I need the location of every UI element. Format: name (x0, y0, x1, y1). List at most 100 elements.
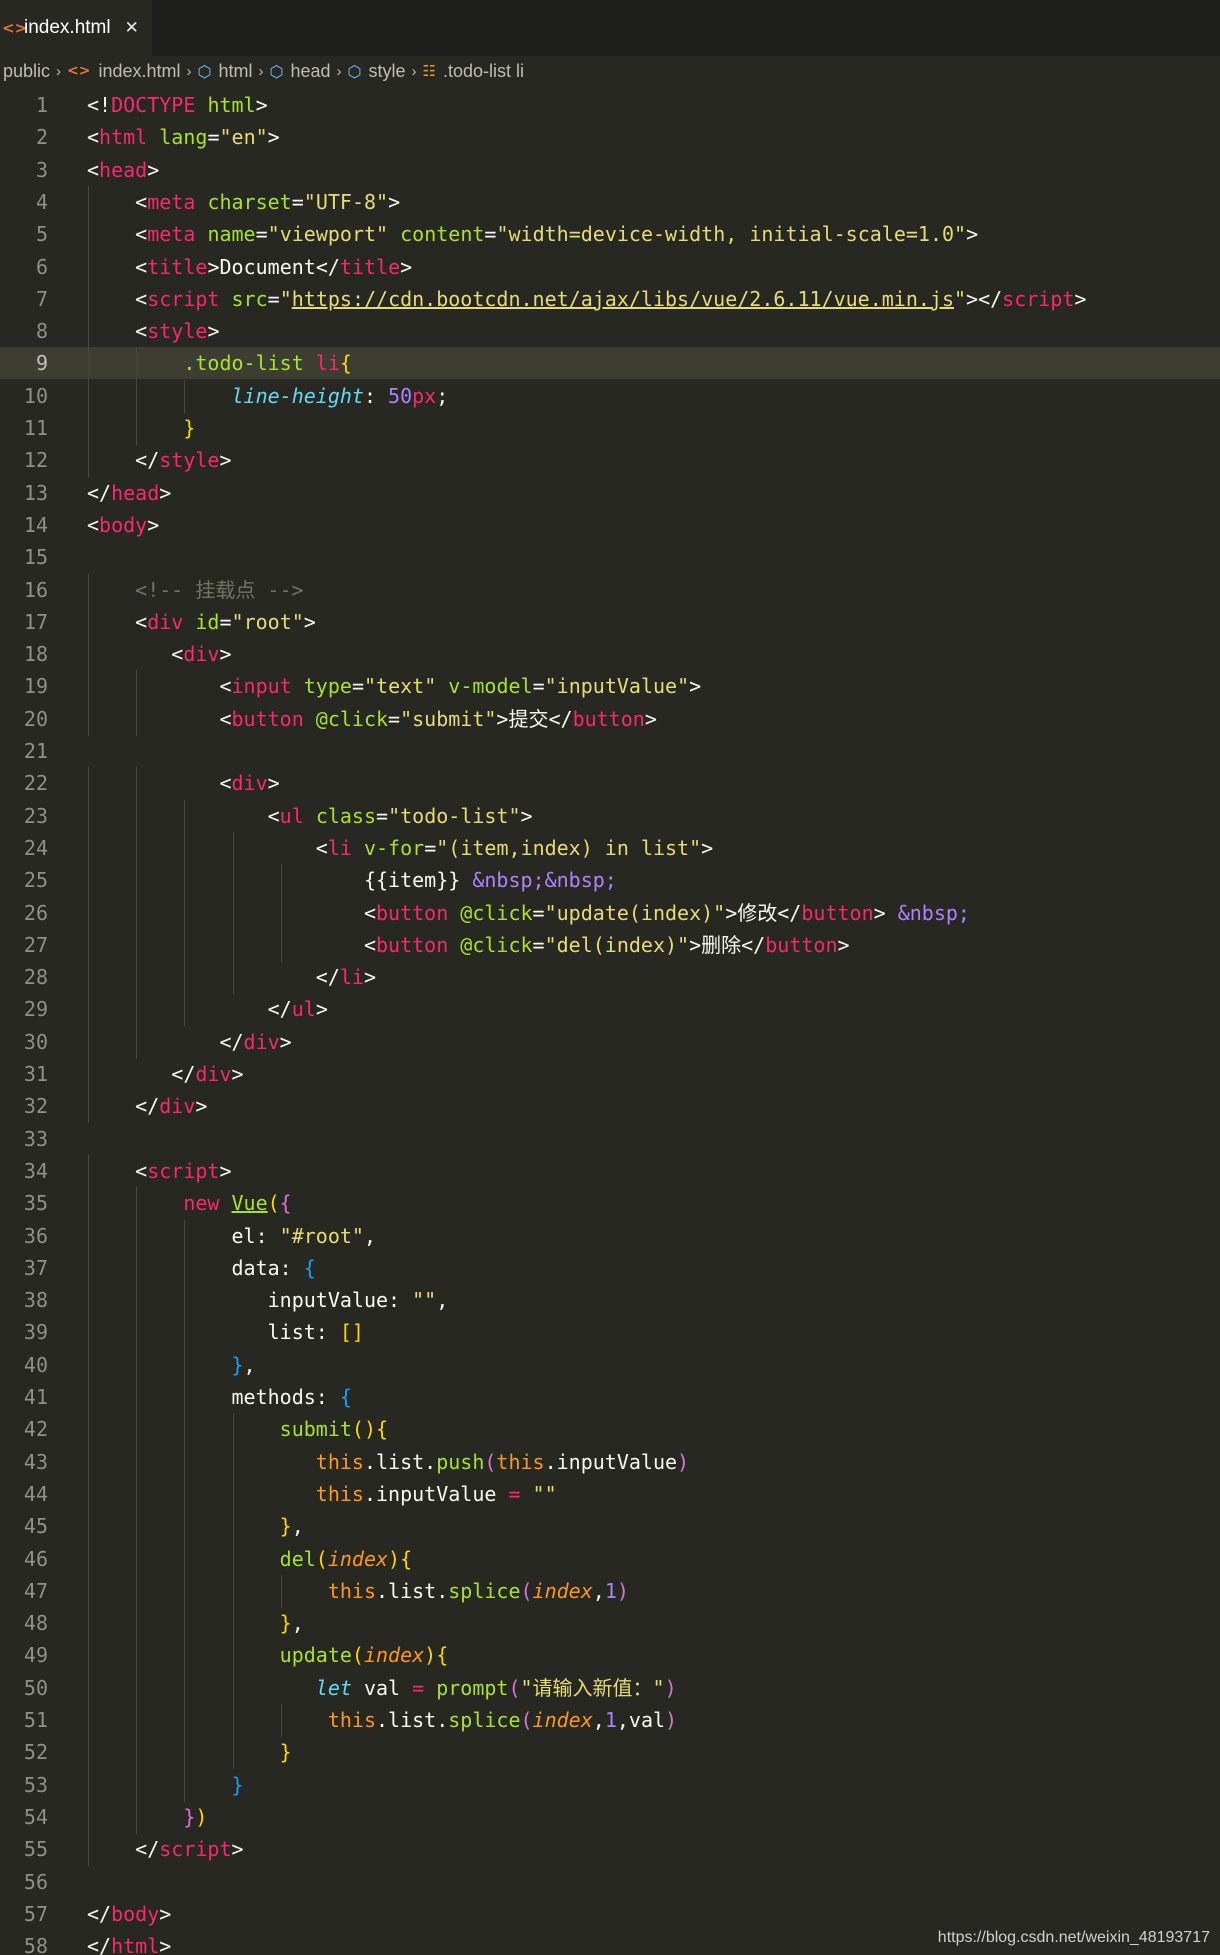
code-line[interactable]: 20 <button @click="submit">提交</button> (0, 702, 1220, 736)
code-token: this (315, 1481, 364, 1506)
breadcrumb-item[interactable]: ⬡ head (270, 61, 331, 82)
code-line[interactable]: 31 </div> (0, 1058, 1220, 1091)
code-line[interactable]: 33 (0, 1123, 1220, 1155)
code-line[interactable]: 25 {{item}} &nbsp;&nbsp; (0, 864, 1220, 898)
code-line[interactable]: 16 <!-- 挂载点 --> (0, 573, 1220, 607)
code-line[interactable]: 53 } (0, 1768, 1220, 1802)
code-line[interactable]: 42 submit(){ (0, 1413, 1220, 1447)
line-number: 7 (35, 286, 48, 311)
code-token: } (279, 1740, 292, 1765)
code-line[interactable]: 27 <button @click="del(index)">删除</butto… (0, 928, 1220, 962)
code-token: charset (207, 189, 292, 214)
breadcrumb-item[interactable]: ⬡ html (198, 61, 253, 82)
code-line[interactable]: 55 </script> (0, 1833, 1220, 1867)
code-line[interactable]: 38 inputValue: "", (0, 1284, 1220, 1318)
html-file-icon: <> (2, 19, 28, 37)
code-line[interactable]: 29 </ul> (0, 993, 1220, 1027)
code-line[interactable]: 8 <style> (0, 315, 1220, 349)
code-line[interactable]: 5 <meta name="viewport" content="width=d… (0, 218, 1220, 252)
code-line[interactable]: 32 </div> (0, 1090, 1220, 1124)
code-token: = (291, 189, 304, 214)
breadcrumb-item[interactable]: public (3, 61, 50, 82)
code-token: index (327, 1546, 389, 1571)
code-token: } (183, 416, 196, 440)
code-token: index (363, 1643, 425, 1668)
code-line[interactable]: 52 } (0, 1736, 1220, 1770)
code-line[interactable]: 23 <ul class="todo-list"> (0, 799, 1220, 833)
code-token: > (219, 448, 232, 473)
code-line[interactable]: 11 } (0, 412, 1220, 445)
code-line[interactable]: 21 (0, 735, 1220, 767)
code-line[interactable]: 13 </head> (0, 477, 1220, 509)
code-line[interactable]: 48 }, (0, 1607, 1220, 1641)
code-line[interactable]: 10 line-height: 50px; (0, 379, 1220, 413)
code-line[interactable]: 50 let val = prompt("请输入新值：") (0, 1671, 1220, 1705)
code-line[interactable]: 44 this.inputValue = "" (0, 1477, 1220, 1511)
code-line[interactable]: 18 <div> (0, 638, 1220, 672)
code-line[interactable]: 47 this.list.splice(index,1) (0, 1574, 1220, 1608)
code-line[interactable]: 15 (0, 541, 1220, 573)
code-text: </div> (87, 1090, 207, 1122)
line-number: 31 (23, 1062, 48, 1086)
code-token: 1 (604, 1578, 617, 1603)
code-line[interactable]: 57 </body> (0, 1898, 1220, 1930)
code-token: = (508, 1481, 521, 1506)
code-line[interactable]: 30 </div> (0, 1025, 1220, 1059)
code-line[interactable]: 45 }, (0, 1510, 1220, 1544)
code-token: > (689, 932, 702, 957)
code-line[interactable]: 24 <li v-for="(item,index) in list"> (0, 831, 1220, 865)
code-line[interactable]: 54 }) (0, 1800, 1220, 1834)
code-token: 删除 (701, 932, 742, 957)
tab-index-html[interactable]: <> index.html ✕ (0, 0, 152, 56)
code-text: <head> (87, 154, 159, 186)
code-line[interactable]: 4 <meta charset="UTF-8"> (0, 185, 1220, 219)
code-line[interactable]: 41 methods: { (0, 1381, 1220, 1414)
code-line[interactable]: 35 new Vue({ (0, 1187, 1220, 1221)
code-token: li (327, 835, 352, 860)
code-token: } (231, 1772, 244, 1797)
code-line[interactable]: 1 <!DOCTYPE html> (0, 89, 1220, 121)
code-token: , (243, 1352, 256, 1377)
code-token: > (363, 965, 377, 990)
breadcrumb-item[interactable]: ☷ .todo-list li (423, 61, 524, 82)
code-line[interactable]: 17 <div id="root"> (0, 605, 1220, 639)
code-line[interactable]: 37 data: { (0, 1251, 1220, 1285)
code-line[interactable]: 14 <body> (0, 509, 1220, 541)
code-line[interactable]: 22 <div> (0, 767, 1220, 801)
code-line[interactable]: 7 <script src="https://cdn.bootcdn.net/a… (0, 282, 1220, 316)
code-line[interactable]: 12 </style> (0, 444, 1220, 478)
code-token: > (147, 157, 160, 182)
code-token: < (135, 319, 148, 344)
code-line[interactable]: 2 <html lang="en"> (0, 121, 1220, 153)
code-line[interactable]: 19 <input type="text" v-model="inputValu… (0, 670, 1220, 704)
line-number: 58 (23, 1934, 48, 1955)
code-token: button (376, 932, 449, 957)
code-line[interactable]: 9 .todo-list li{ (0, 347, 1220, 381)
close-icon[interactable]: ✕ (125, 18, 139, 38)
code-line[interactable]: 34 <script> (0, 1154, 1220, 1188)
code-line[interactable]: 28 </li> (0, 961, 1220, 995)
code-line[interactable]: 46 del(index){ (0, 1542, 1220, 1576)
code-line[interactable]: 40 }, (0, 1348, 1220, 1382)
code-token: () (351, 1417, 376, 1442)
code-line[interactable]: 49 update(index){ (0, 1639, 1220, 1673)
code-line[interactable]: 51 this.list.splice(index,1,val) (0, 1704, 1220, 1737)
code-line[interactable]: 26 <button @click="update(index)">修改</bu… (0, 896, 1220, 930)
code-line[interactable]: 6 <title>Document</title> (0, 250, 1220, 284)
code-area[interactable]: 1 <!DOCTYPE html> 2 <html lang="en"> 3 <head>… (0, 86, 1220, 1955)
code-line[interactable]: 3 <head> (0, 154, 1220, 186)
code-line[interactable]: 56 (0, 1866, 1220, 1898)
breadcrumb-item[interactable]: ⬡ style (348, 61, 406, 82)
breadcrumb-item[interactable]: <> index.html (67, 61, 181, 82)
code-editor-window: <> index.html ✕ public › <> index.html › ⬡ htm… (0, 0, 1220, 1955)
code-line[interactable]: 39 list: [] (0, 1316, 1220, 1350)
code-line[interactable]: 36 el: "#root", (0, 1219, 1220, 1253)
code-line[interactable]: 43 this.list.push(this.inputValue) (0, 1445, 1220, 1479)
code-token: inputValue: (267, 1288, 413, 1313)
line-number: 43 (23, 1449, 48, 1474)
